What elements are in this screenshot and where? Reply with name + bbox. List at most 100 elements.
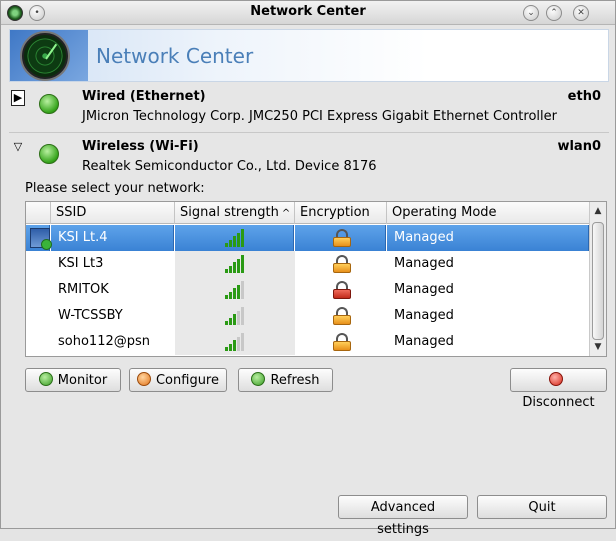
signal-bar	[225, 321, 228, 325]
divider	[9, 132, 609, 133]
signal-bar	[225, 295, 228, 299]
wireless-device-row[interactable]: ▽ Wireless (Wi-Fi) wlan0 Realtek Semicon…	[9, 137, 609, 177]
close-button[interactable]: ✕	[573, 5, 589, 21]
table-header: SSID Signal strength ^ Encryption Operati…	[26, 202, 590, 224]
signal-bar	[237, 258, 240, 273]
collapse-arrow-icon[interactable]: ▽	[11, 140, 25, 156]
signal-bar	[241, 307, 244, 325]
column-header-ssid[interactable]: SSID	[51, 202, 175, 224]
mode-cell: Managed	[394, 334, 454, 349]
cell-background	[26, 329, 51, 355]
signal-bar	[241, 333, 244, 351]
mode-cell: Managed	[394, 282, 454, 297]
ssid-cell: W-TCSSBY	[58, 308, 123, 323]
scroll-down-icon[interactable]: ▼	[590, 340, 606, 354]
signal-bar	[229, 239, 232, 247]
monitor-button[interactable]: Monitor	[25, 368, 121, 392]
encryption-cell	[295, 277, 387, 303]
icon-column-header[interactable]	[26, 202, 51, 224]
configure-icon	[136, 372, 151, 386]
signal-bar	[241, 229, 244, 247]
signal-cell	[175, 251, 295, 277]
disconnect-button[interactable]: Disconnect	[510, 368, 607, 410]
signal-bar	[233, 236, 236, 247]
signal-bar	[229, 291, 232, 299]
signal-bar	[229, 317, 232, 325]
network-table[interactable]: SSID Signal strength ^ Encryption Operati…	[25, 201, 607, 357]
signal-cell	[175, 303, 295, 329]
lock-icon	[333, 281, 351, 299]
expand-arrow-icon[interactable]: ▶	[11, 90, 25, 106]
table-row[interactable]: RMITOK Managed	[26, 277, 590, 303]
encryption-cell	[295, 225, 387, 251]
ssid-cell: KSI Lt3	[58, 256, 104, 271]
wired-description: JMicron Technology Corp. JMC250 PCI Expr…	[82, 109, 557, 124]
ssid-cell: RMITOK	[58, 282, 109, 297]
signal-strength-icon	[225, 333, 245, 351]
signal-bar	[233, 340, 236, 351]
connection-status-icon	[39, 94, 59, 114]
signal-bar	[237, 336, 240, 351]
column-label: Encryption	[300, 205, 370, 220]
signal-bar	[237, 284, 240, 299]
wired-interface: eth0	[567, 89, 601, 104]
column-label: SSID	[56, 205, 87, 220]
column-header-signal[interactable]: Signal strength ^	[175, 202, 295, 224]
lock-icon	[333, 307, 351, 325]
minimize-button[interactable]: ⌄	[523, 5, 539, 21]
button-label: Disconnect	[522, 395, 595, 410]
button-label: Monitor	[57, 373, 108, 388]
table-row[interactable]: W-TCSSBY Managed	[26, 303, 590, 329]
scrollbar-thumb[interactable]	[592, 222, 604, 340]
table-row[interactable]: soho112@psn Managed	[26, 329, 590, 355]
radar-logo-icon	[22, 33, 68, 79]
encryption-cell	[295, 329, 387, 355]
maximize-button[interactable]: ⌃	[546, 5, 562, 21]
signal-strength-icon	[225, 307, 245, 325]
lock-icon	[333, 229, 351, 247]
wifi-icon	[39, 144, 59, 164]
signal-bar	[233, 262, 236, 273]
signal-strength-icon	[225, 281, 245, 299]
lock-icon	[333, 333, 351, 351]
signal-cell	[175, 329, 295, 355]
signal-bar	[229, 343, 232, 351]
title-bar[interactable]: • Network Center ⌄ ⌃ ✕	[1, 1, 615, 25]
column-header-encryption[interactable]: Encryption	[295, 202, 387, 224]
banner-title: Network Center	[96, 44, 254, 68]
monitor-icon	[38, 372, 53, 386]
signal-strength-icon	[225, 255, 245, 273]
lock-icon	[333, 255, 351, 273]
signal-bar	[241, 281, 244, 299]
configure-button[interactable]: Configure	[129, 368, 227, 392]
connected-network-icon	[30, 228, 52, 250]
signal-bar	[241, 255, 244, 273]
scroll-up-icon[interactable]: ▲	[590, 204, 606, 218]
mode-cell: Managed	[394, 308, 454, 323]
mode-cell: Managed	[394, 256, 454, 271]
wired-device-name: Wired (Ethernet)	[82, 89, 206, 104]
table-row[interactable]: KSI Lt.4 Managed	[26, 225, 590, 251]
button-label: Configure	[155, 373, 219, 388]
wireless-device-name: Wireless (Wi-Fi)	[82, 139, 199, 154]
cell-background	[26, 303, 51, 329]
vertical-scrollbar[interactable]: ▲ ▼	[589, 202, 606, 356]
button-label: Refresh	[270, 373, 320, 388]
wireless-description: Realtek Semiconductor Co., Ltd. Device 8…	[82, 159, 377, 174]
quit-button[interactable]: Quit	[477, 495, 607, 519]
cell-background	[26, 251, 51, 277]
table-row[interactable]: KSI Lt3 Managed	[26, 251, 590, 277]
column-header-mode[interactable]: Operating Mode	[387, 202, 590, 224]
refresh-button[interactable]: Refresh	[238, 368, 333, 392]
signal-bar	[225, 243, 228, 247]
column-label: Operating Mode	[392, 205, 497, 220]
network-center-window: • Network Center ⌄ ⌃ ✕ Network Center ▶ …	[0, 0, 616, 537]
wired-device-row[interactable]: ▶ Wired (Ethernet) eth0 JMicron Technolo…	[9, 87, 609, 131]
advanced-settings-button[interactable]: Advanced settings	[338, 495, 468, 537]
sort-up-icon: ^	[281, 208, 291, 219]
refresh-icon	[251, 372, 266, 386]
ssid-cell: soho112@psn	[58, 334, 150, 349]
column-label: Signal strength	[180, 205, 279, 220]
signal-bar	[225, 347, 228, 351]
button-label: Quit	[528, 500, 556, 515]
